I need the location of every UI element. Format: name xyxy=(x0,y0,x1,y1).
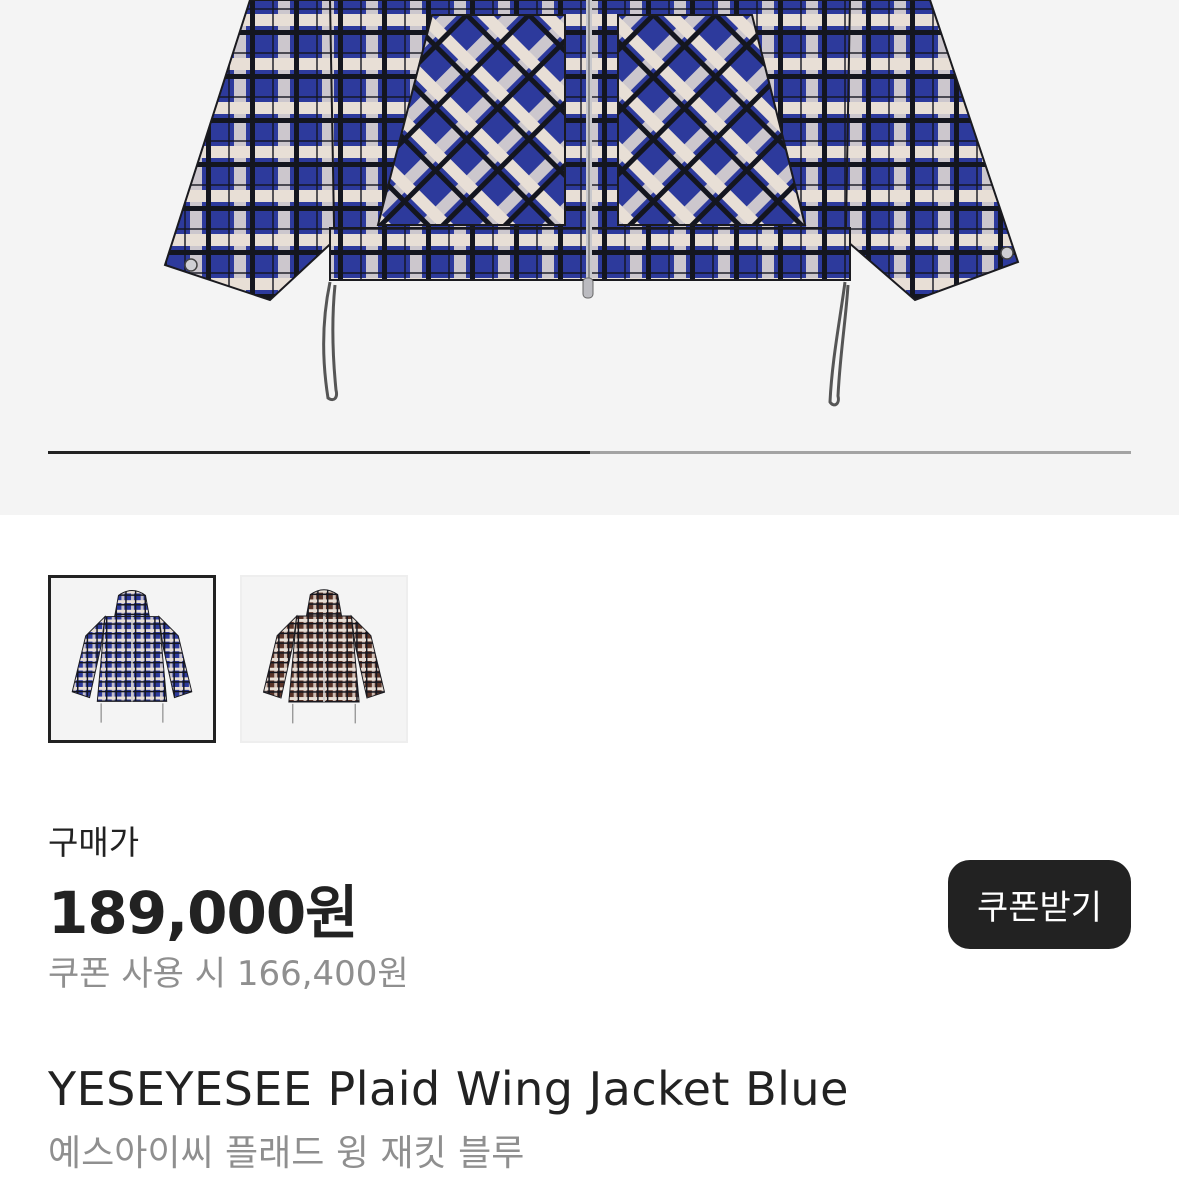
thumbnail-blue-plaid[interactable] xyxy=(48,575,216,743)
get-coupon-button[interactable]: 쿠폰받기 xyxy=(948,860,1131,949)
jacket-blue-thumbnail xyxy=(71,590,193,723)
product-name-korean: 예스아이씨 플래드 윙 재킷 블루 xyxy=(48,1133,525,1174)
price-amount: 189,000원 xyxy=(48,879,359,947)
product-name-english: YESEYESEE Plaid Wing Jacket Blue xyxy=(48,1062,849,1116)
gallery-progress-bar xyxy=(48,451,1131,454)
thumbnail-brown-plaid[interactable] xyxy=(240,575,408,743)
thumbnail-list xyxy=(48,575,408,743)
jacket-brown-thumbnail xyxy=(262,589,386,724)
product-image xyxy=(163,0,1020,407)
gallery-progress-fill xyxy=(48,451,590,454)
price-label: 구매가 xyxy=(48,823,140,862)
coupon-price-text: 쿠폰 사용 시 166,400원 xyxy=(48,954,409,994)
product-image-gallery[interactable] xyxy=(0,0,1179,515)
